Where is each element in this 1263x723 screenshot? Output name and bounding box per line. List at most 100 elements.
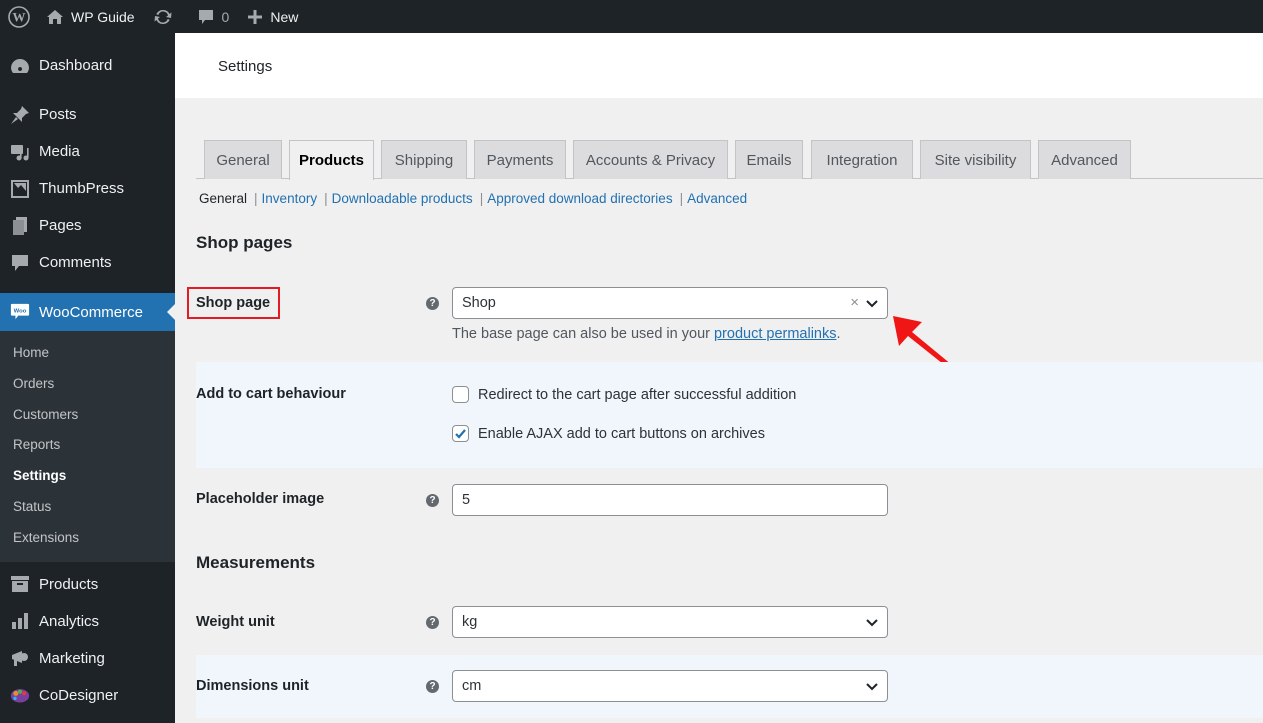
checkbox-option-ajax[interactable]: Enable AJAX add to cart buttons on archi… [452,425,765,442]
sidebar-item-label: Marketing [39,649,105,667]
sidebar-item-analytics[interactable]: Analytics [0,603,175,640]
sidebar-item-label: Analytics [39,612,100,630]
subsection-approved-download-directories[interactable]: Approved download directories [487,191,672,206]
sidebar-item-codesigner[interactable]: CoDesigner [0,677,175,714]
subsection-advanced[interactable]: Advanced [687,191,747,206]
archive-icon [10,574,30,594]
woocommerce-submenu: Home Orders Customers Reports Settings S… [0,331,175,562]
settings-tabs: General Products Shipping Payments Accou… [196,140,1263,180]
input-value: 5 [462,492,471,508]
help-icon[interactable]: ? [426,494,439,507]
svg-text:W: W [13,9,26,24]
tab-integration[interactable]: Integration [811,140,913,179]
help-icon[interactable]: ? [426,616,439,629]
separator: | [679,191,684,206]
submenu-item-home[interactable]: Home [0,338,175,369]
sidebar-item-label: ThumbPress [39,180,125,197]
tab-general[interactable]: General [204,140,282,179]
help-icon[interactable]: ? [426,297,439,310]
setting-label: Add to cart behaviour [196,386,346,402]
separator: | [254,191,258,206]
submenu-item-orders[interactable]: Orders [0,369,175,400]
submenu-item-reports[interactable]: Reports [0,430,175,461]
submenu-item-settings[interactable]: Settings [0,461,175,492]
sidebar-item-label: Products [39,575,99,593]
description-suffix: . [836,326,841,342]
new-content-button[interactable]: New [239,0,306,33]
sidebar-item-label: WooCommerce [39,303,143,321]
tab-shipping[interactable]: Shipping [381,140,467,179]
section-title-shop-pages: Shop pages [196,233,293,252]
chevron-down-icon [866,619,878,627]
ajax-checkbox[interactable] [452,425,469,442]
setting-row-weight-unit: Weight unit ? kg [196,592,1263,655]
weight-unit-select[interactable]: kg [452,606,888,638]
sidebar-item-pages[interactable]: Pages [0,207,175,244]
tab-products[interactable]: Products [289,140,374,180]
sidebar-item-woocommerce[interactable]: Woo WooCommerce [0,293,175,331]
svg-text:Woo: Woo [14,308,27,314]
submenu-item-status[interactable]: Status [0,492,175,523]
site-name-link[interactable]: WP Guide [38,0,143,33]
subsection-nav: General | Inventory | Downloadable produ… [199,191,747,206]
setting-row-shop-page: Shop page ? Shop × The base page can als… [196,280,1263,362]
sidebar-item-comments[interactable]: Comments [0,244,175,281]
subsection-downloadable-products[interactable]: Downloadable products [332,191,473,206]
woo-icon: Woo [10,302,30,322]
clear-selection-icon[interactable]: × [850,294,859,311]
selected-value: cm [462,678,482,694]
shop-page-description: The base page can also be used in your p… [452,326,841,342]
description-text: The base page can also be used in your [452,326,714,342]
pages-icon [10,216,30,236]
setting-row-dimensions-unit: Dimensions unit ? cm [196,655,1263,718]
tab-payments[interactable]: Payments [474,140,566,179]
comment-icon [198,9,213,24]
help-icon[interactable]: ? [426,680,439,693]
submenu-item-customers[interactable]: Customers [0,400,175,431]
checkbox-option-redirect[interactable]: Redirect to the cart page after successf… [452,386,796,403]
palette-icon [10,685,30,705]
redirect-checkbox[interactable] [452,386,469,403]
tab-advanced[interactable]: Advanced [1038,140,1131,179]
new-label: New [270,8,299,25]
checkbox-label: Enable AJAX add to cart buttons on archi… [478,425,765,442]
sidebar-item-posts[interactable]: Posts [0,96,175,133]
sidebar-item-marketing[interactable]: Marketing [0,640,175,677]
bar-chart-icon [10,611,30,631]
sidebar-item-label: Comments [39,254,112,271]
setting-row-placeholder-image: Placeholder image ? 5 [196,468,1263,538]
comments-button[interactable]: 0 [183,0,240,33]
comment-icon [10,253,30,273]
section-title-measurements: Measurements [196,553,316,572]
sidebar-item-thumbpress[interactable]: ThumbPress [0,170,175,207]
checkbox-label: Redirect to the cart page after successf… [478,386,797,403]
subsection-general[interactable]: General [199,191,247,206]
separator: | [479,191,484,206]
product-permalinks-link[interactable]: product permalinks [714,326,837,342]
page-title: Settings [218,58,273,75]
shop-page-select[interactable]: Shop × [452,287,888,319]
sidebar-item-media[interactable]: Media [0,133,175,170]
megaphone-icon [10,648,30,668]
updates-button[interactable] [143,0,183,33]
submenu-item-extensions[interactable]: Extensions [0,523,175,554]
comments-count: 0 [221,8,230,25]
wordpress-logo-button[interactable]: W [0,0,38,33]
tab-emails[interactable]: Emails [735,140,803,179]
sidebar-item-dashboard[interactable]: Dashboard [0,47,175,84]
plus-icon [248,9,263,24]
home-icon [47,9,63,24]
page-header: Settings [175,33,1263,98]
setting-row-add-to-cart: Add to cart behaviour Redirect to the ca… [196,362,1263,468]
admin-bar: W WP Guide 0 New [0,0,1263,33]
sidebar-item-products[interactable]: Products [0,566,175,603]
dashboard-icon [10,56,30,76]
dimensions-unit-select[interactable]: cm [452,670,888,702]
placeholder-image-input[interactable]: 5 [452,484,888,516]
image-icon [10,179,30,199]
checkmark-icon [455,429,466,439]
wordpress-logo-icon: W [8,5,30,28]
subsection-inventory[interactable]: Inventory [262,191,318,206]
tab-accounts-privacy[interactable]: Accounts & Privacy [573,140,728,179]
tab-site-visibility[interactable]: Site visibility [920,140,1031,179]
